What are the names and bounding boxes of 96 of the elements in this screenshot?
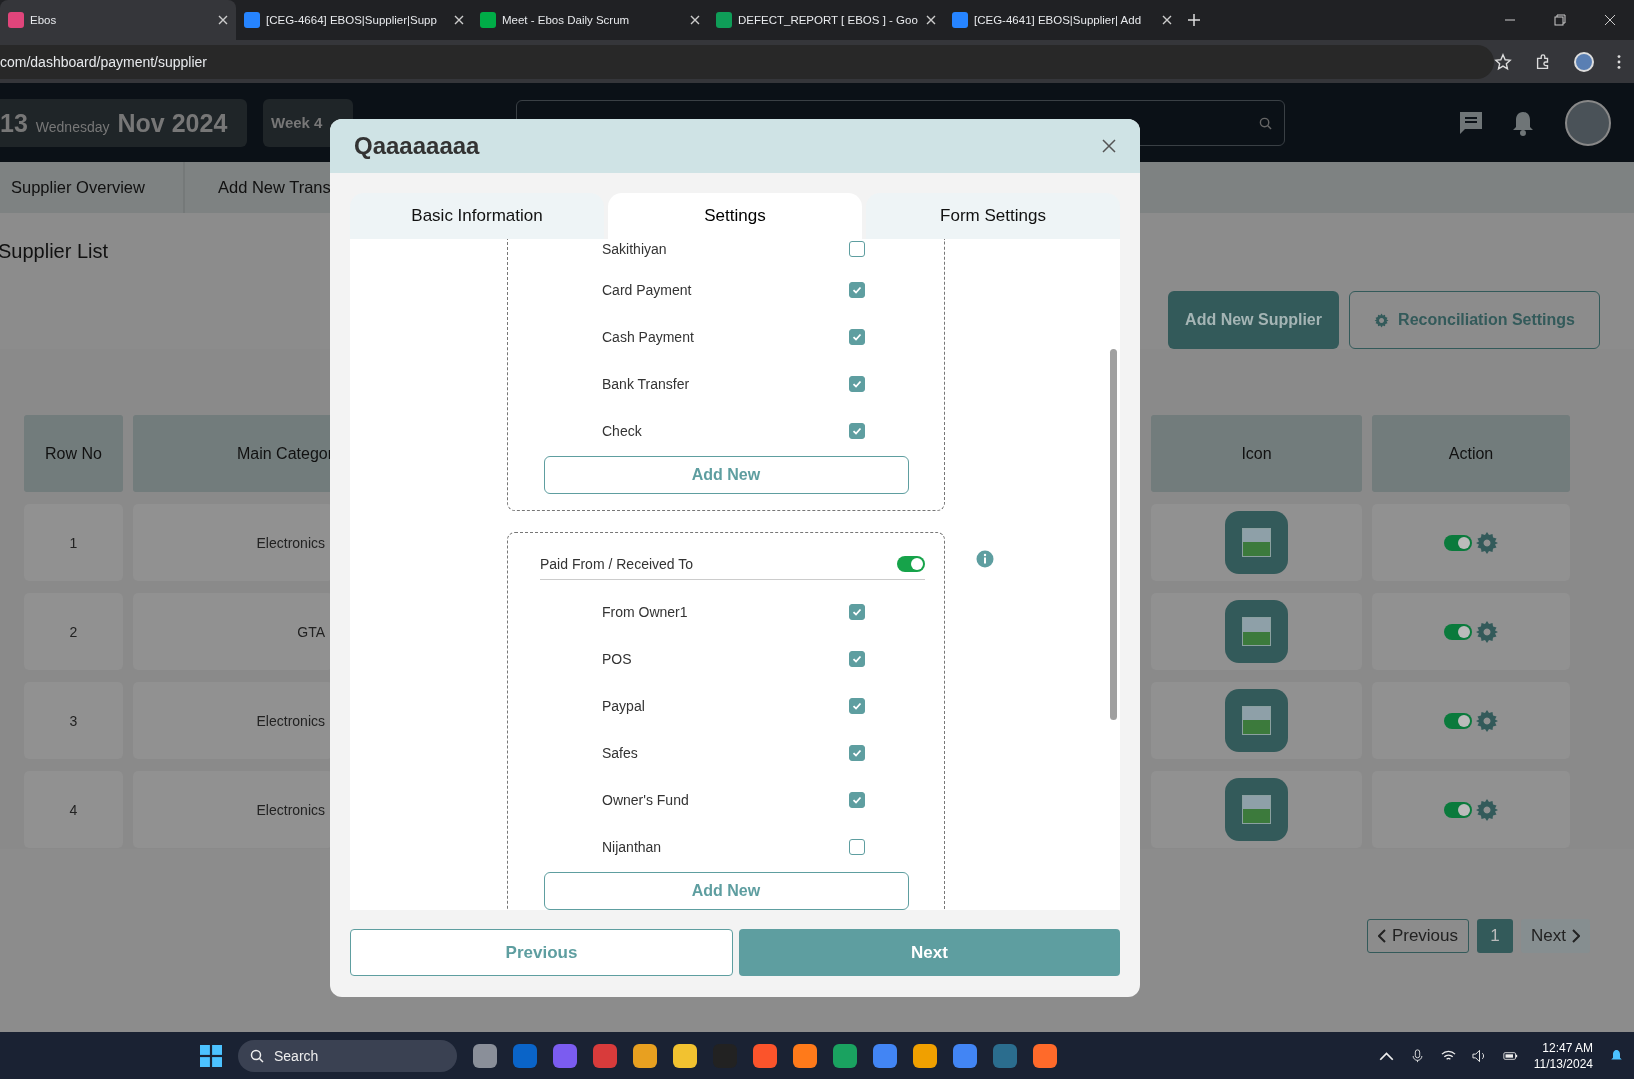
weekday-label: Wednesday (35, 118, 110, 135)
taskbar-app-icon[interactable] (833, 1043, 857, 1068)
checkbox[interactable] (849, 281, 865, 298)
gear-icon[interactable] (1474, 530, 1499, 555)
table-cell: 2 (24, 593, 123, 670)
broken-image-icon (1225, 778, 1288, 841)
clock-time[interactable]: 12:47 AM (1542, 1039, 1593, 1056)
windows-logo-icon[interactable] (200, 1044, 222, 1067)
search-icon[interactable] (1259, 116, 1272, 130)
notification-bell-icon[interactable] (1609, 1048, 1624, 1063)
taskbar-app-icon[interactable] (673, 1043, 697, 1068)
settings-tab[interactable]: Settings (608, 193, 862, 239)
page-number-button[interactable]: 1 (1477, 919, 1514, 953)
search-icon (250, 1048, 264, 1063)
column-header: Action (1372, 415, 1570, 492)
option-label: Check (602, 422, 643, 439)
option-label: Paypal (602, 697, 646, 714)
browser-tab[interactable]: DEFECT_REPORT [ EBOS ] - Goo (708, 0, 944, 40)
table-cell: 1 (24, 504, 123, 581)
table-cell: Electronics (133, 682, 333, 759)
add-supplier-button[interactable]: Add New Supplier (1168, 291, 1339, 349)
checkbox[interactable] (849, 328, 865, 345)
column-header: Main Categor (133, 415, 333, 492)
group-title: Paid From / Received To (540, 556, 694, 572)
broken-image-icon (1225, 600, 1288, 663)
toggle-switch[interactable] (1443, 712, 1472, 729)
option-label: Card Payment (602, 281, 693, 298)
checkbox[interactable] (849, 650, 865, 667)
close-icon[interactable] (1102, 139, 1116, 153)
option-label: Safes (602, 744, 639, 761)
browser-tab[interactable]: [CEG-4664] EBOS|Supplier|Supp (236, 0, 472, 40)
table-cell: Electronics (133, 771, 333, 848)
gear-icon[interactable] (1474, 708, 1499, 733)
chevron-left-icon (1377, 929, 1386, 943)
toggle-switch[interactable] (1443, 623, 1472, 640)
settings-tab[interactable]: Basic Information (350, 193, 604, 239)
gear-icon[interactable] (1474, 797, 1499, 822)
nav-tab[interactable]: Supplier Overview (0, 162, 183, 213)
taskbar-app-icon[interactable] (473, 1043, 497, 1068)
new-tab-icon[interactable] (1188, 14, 1200, 26)
taskbar-app-icon[interactable] (793, 1043, 817, 1068)
checkbox[interactable] (849, 697, 865, 714)
checkbox[interactable] (849, 603, 865, 620)
checkbox[interactable] (849, 241, 865, 257)
checkbox[interactable] (849, 375, 865, 392)
browser-tab[interactable]: [CEG-4641] EBOS|Supplier| Add (944, 0, 1180, 40)
settings-tab[interactable]: Form Settings (866, 193, 1120, 239)
taskbar-app-icon[interactable] (913, 1043, 937, 1068)
table-cell: GTA (133, 593, 333, 670)
taskbar-app-icon[interactable] (1033, 1043, 1057, 1068)
broken-image-icon (1225, 511, 1288, 574)
toggle-switch[interactable] (1443, 801, 1472, 818)
table-cell: 4 (24, 771, 123, 848)
option-label: POS (602, 650, 633, 667)
toggle-switch[interactable] (1443, 534, 1472, 551)
column-header: Row No (24, 415, 123, 492)
taskbar-search-field[interactable]: Search (238, 1039, 457, 1072)
checkbox[interactable] (849, 422, 865, 439)
taskbar-app-icon[interactable] (753, 1043, 777, 1068)
month-year-label: Nov 2024 (117, 108, 228, 138)
browser-tab[interactable]: Meet - Ebos Daily Scrum (472, 0, 708, 40)
column-header: Icon (1151, 415, 1362, 492)
profile-icon[interactable] (1574, 51, 1594, 72)
checkbox[interactable] (849, 744, 865, 761)
address-field[interactable]: com/dashboard/payment/supplier (0, 44, 1494, 79)
restore-icon[interactable] (1554, 14, 1566, 26)
option-label: Cash Payment (602, 328, 695, 345)
avatar[interactable] (1565, 99, 1611, 146)
table-cell: Electronics (133, 504, 333, 581)
broken-image-icon (1225, 689, 1288, 752)
clock-date[interactable]: 11/13/2024 (1533, 1055, 1593, 1072)
chevron-right-icon (1572, 929, 1580, 943)
gear-icon (1374, 311, 1390, 329)
taskbar-app-icon[interactable] (873, 1043, 897, 1068)
modal-title: Qaaaaaaaa (354, 132, 480, 160)
gear-icon[interactable] (1474, 619, 1499, 644)
scrollbar-thumb[interactable] (1110, 349, 1117, 720)
star-icon[interactable] (1494, 52, 1512, 71)
taskbar-app-icon[interactable] (633, 1043, 657, 1068)
option-label: Bank Transfer (602, 375, 691, 392)
day-number: 13 (0, 108, 28, 138)
checkbox[interactable] (849, 838, 865, 855)
option-label: From Owner1 (602, 603, 689, 620)
next-button[interactable]: Next (1521, 919, 1590, 953)
taskbar-app-icon[interactable] (953, 1043, 977, 1068)
more-icon[interactable] (1616, 52, 1622, 71)
browser-tab[interactable]: Ebos (0, 0, 236, 40)
option-label: Owner's Fund (602, 791, 690, 808)
toggle-switch[interactable] (897, 556, 925, 572)
option-label: Sakithiyan (602, 241, 668, 257)
table-cell: 3 (24, 682, 123, 759)
option-label: Nijanthan (602, 838, 663, 855)
previous-button[interactable]: Previous (1366, 919, 1470, 953)
speaker-icon[interactable] (1471, 1048, 1487, 1063)
info-icon[interactable] (976, 550, 994, 568)
checkbox[interactable] (849, 791, 865, 808)
